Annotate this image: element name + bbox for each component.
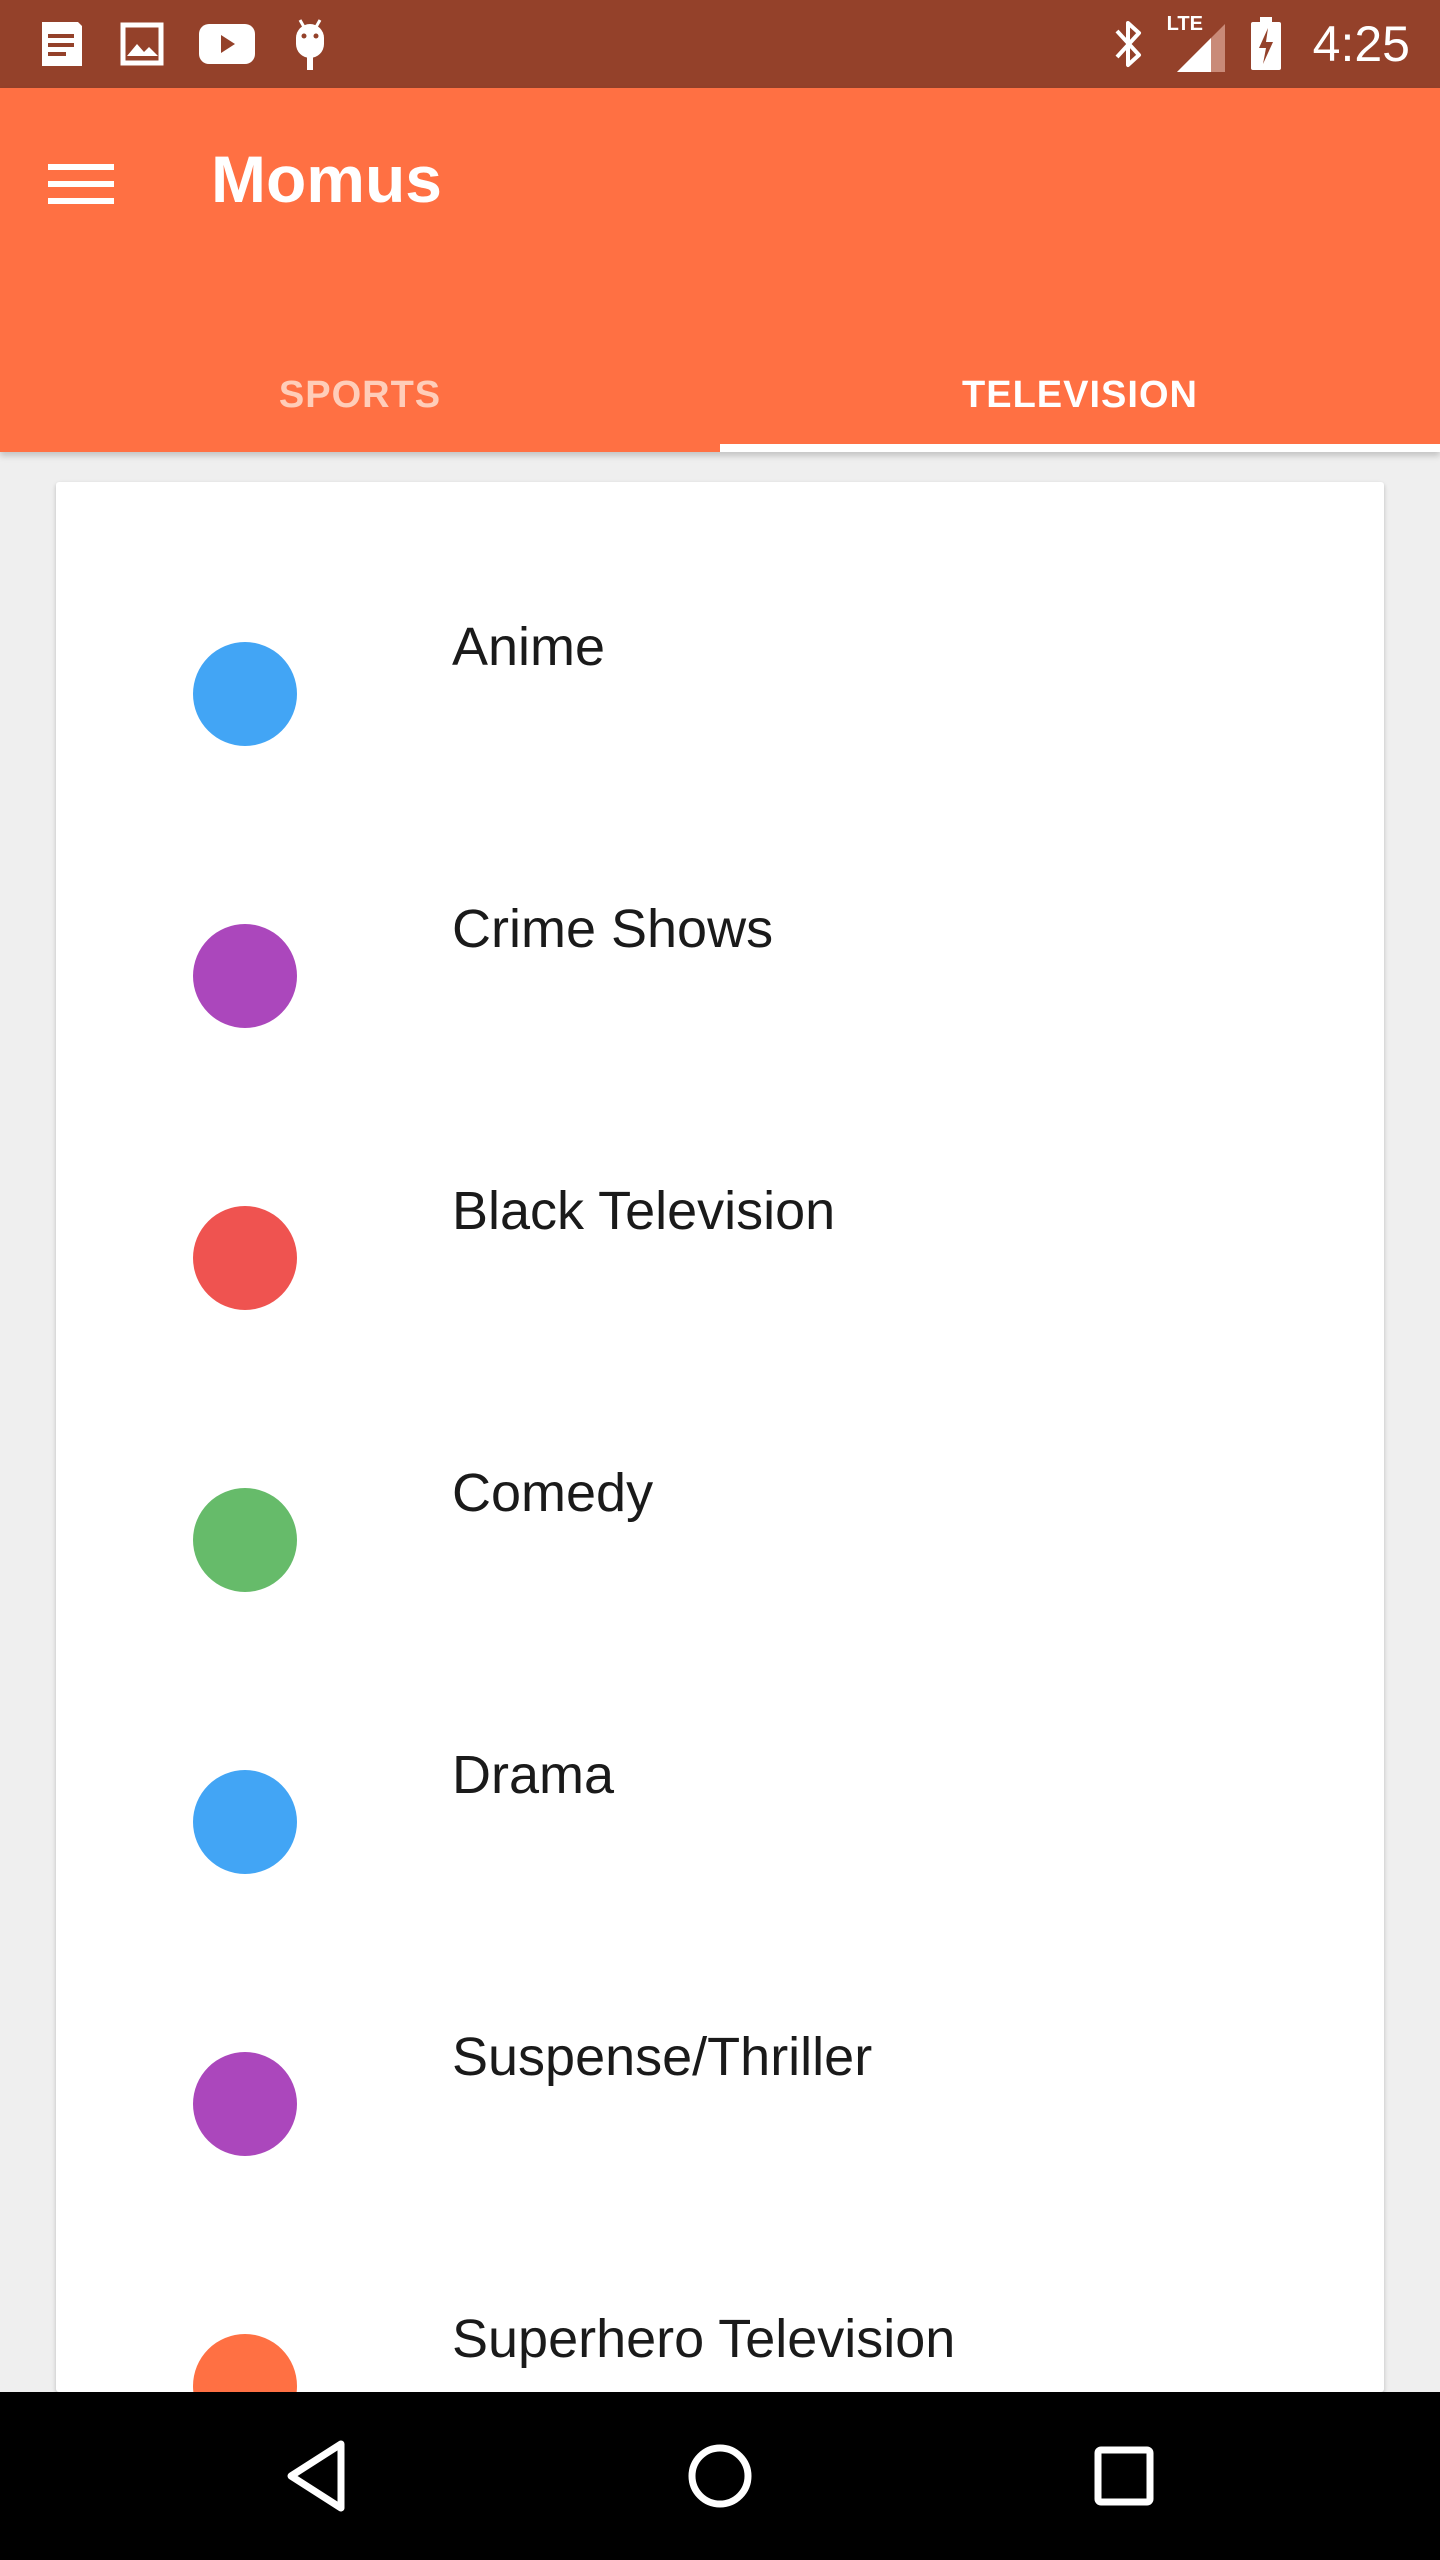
battery-charging-icon: [1250, 17, 1281, 70]
category-color-dot: [193, 924, 297, 1028]
notes-icon: [42, 22, 82, 66]
list-item-comedy[interactable]: Comedy: [56, 1328, 1384, 1610]
list-item-suspense-thriller[interactable]: Suspense/Thriller: [56, 1892, 1384, 2174]
category-color-dot: [193, 642, 297, 746]
app-title: Momus: [211, 142, 442, 216]
list-item-superhero-television[interactable]: Superhero Television: [56, 2174, 1384, 2392]
home-icon: [688, 2444, 752, 2508]
system-icons: LTE 4:25: [1111, 10, 1410, 78]
tab-sports-label: SPORTS: [278, 373, 442, 416]
tab-television-label: TELEVISION: [962, 373, 1198, 416]
notification-icons: [38, 18, 330, 70]
screen: LTE 4:25 Momus SPORTS TELEVISION Anime C…: [0, 0, 1440, 2560]
category-label: Superhero Television: [452, 2309, 956, 2369]
category-color-dot: [193, 2334, 297, 2392]
home-button[interactable]: [670, 2426, 770, 2526]
category-label: Comedy: [452, 1463, 654, 1523]
image-icon: [120, 22, 164, 66]
tab-selected-indicator: [720, 444, 1440, 452]
category-label: Suspense/Thriller: [452, 2027, 873, 2087]
tab-television[interactable]: TELEVISION: [720, 338, 1440, 452]
category-label: Anime: [452, 617, 606, 677]
recents-button[interactable]: [1074, 2426, 1174, 2526]
menu-button[interactable]: [48, 144, 148, 224]
app-bar: Momus SPORTS TELEVISION: [0, 88, 1440, 452]
recents-icon: [1094, 2446, 1154, 2506]
back-button[interactable]: [266, 2426, 366, 2526]
android-debug-icon: [296, 19, 324, 70]
category-label: Drama: [452, 1745, 615, 1805]
list-item-anime[interactable]: Anime: [56, 482, 1384, 764]
navigation-bar: [0, 2392, 1440, 2560]
signal-bars-icon: [1176, 24, 1225, 72]
list-item-drama[interactable]: Drama: [56, 1610, 1384, 1892]
list-item-crime-shows[interactable]: Crime Shows: [56, 764, 1384, 1046]
youtube-icon: [199, 24, 255, 64]
menu-icon: [48, 164, 114, 204]
category-list-card: Anime Crime Shows Black Television Comed…: [56, 482, 1384, 2392]
category-label: Black Television: [452, 1181, 836, 1241]
category-color-dot: [193, 1488, 297, 1592]
tab-sports[interactable]: SPORTS: [0, 338, 720, 452]
category-color-dot: [193, 2052, 297, 2156]
bluetooth-icon: [1115, 21, 1141, 67]
tab-bar: SPORTS TELEVISION: [0, 338, 1440, 452]
category-color-dot: [193, 1206, 297, 1310]
status-bar: LTE 4:25: [0, 0, 1440, 88]
back-icon: [287, 2440, 345, 2512]
clock: 4:25: [1312, 16, 1410, 72]
category-label: Crime Shows: [452, 899, 774, 959]
category-color-dot: [193, 1770, 297, 1874]
lte-signal-icon: LTE: [1167, 14, 1227, 74]
list-item-black-television[interactable]: Black Television: [56, 1046, 1384, 1328]
